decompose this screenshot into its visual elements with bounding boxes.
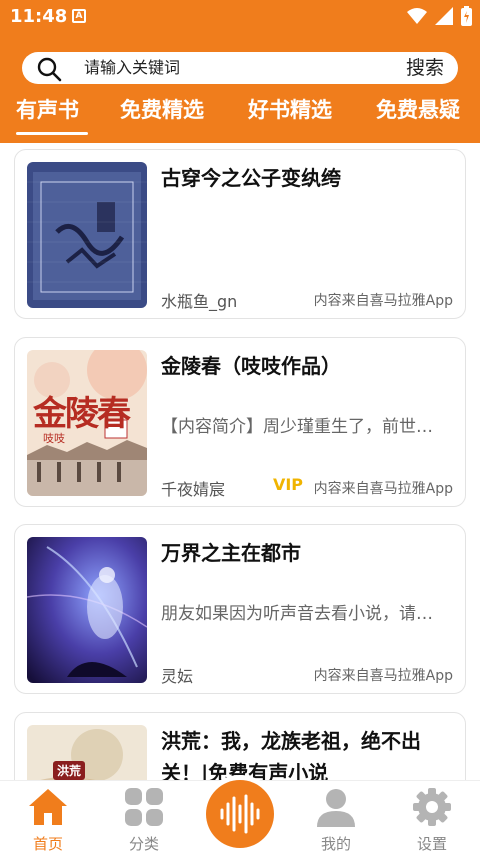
book-cover: 洪荒 <box>27 725 147 780</box>
category-icon <box>125 788 163 826</box>
tab-free-picks[interactable]: 免费精选 <box>120 92 204 132</box>
nav-mine[interactable]: 我的 <box>301 787 371 853</box>
notification-icon: A <box>72 9 86 23</box>
player-button-inner <box>206 780 274 848</box>
book-card[interactable]: 金陵春 吱吱 金陵春（吱吱作品） 【内容简介】周少瑾重生了，前世… 千夜婧宸 V… <box>14 337 466 507</box>
status-bar: 11:48 A <box>0 0 480 34</box>
nav-category[interactable]: 分类 <box>109 787 179 853</box>
nav-settings-label: 设置 <box>416 835 447 853</box>
book-title: 万界之主在都市 <box>161 541 301 565</box>
book-card[interactable]: 古穿今之公子变纨绔 水瓶鱼_gn 内容来自喜马拉雅App <box>14 149 466 319</box>
nav-settings[interactable]: 设置 <box>397 787 467 853</box>
app-header: 11:48 A 搜索 有声书 免费精选 好书精选 免费悬疑 <box>0 0 480 143</box>
book-title: 洪荒：我，龙族老祖，绝不出关！|免费有声小说 <box>161 729 421 780</box>
nav-category-label: 分类 <box>128 835 159 853</box>
sound-wave-icon <box>220 794 260 834</box>
book-cover <box>27 162 147 308</box>
status-icons <box>407 6 472 26</box>
category-tabs: 有声书 免费精选 好书精选 免费悬疑 <box>0 92 480 138</box>
tab-audiobook[interactable]: 有声书 <box>16 92 79 132</box>
search-icon <box>37 57 62 82</box>
cover-badge: 洪荒 <box>53 761 86 780</box>
nav-home[interactable]: 首页 <box>13 787 83 853</box>
battery-icon <box>461 6 472 26</box>
user-icon <box>317 789 355 827</box>
book-card[interactable]: 万界之主在都市 朋友如果因为听声音去看小说，请… 灵妘 内容来自喜马拉雅App <box>14 524 466 694</box>
search-bar[interactable]: 搜索 <box>22 52 458 84</box>
book-author: 水瓶鱼_gn <box>161 292 238 311</box>
book-source: 内容来自喜马拉雅App <box>313 293 453 309</box>
nav-mine-label: 我的 <box>320 835 351 853</box>
player-button[interactable] <box>201 775 279 853</box>
tab-free-suspense[interactable]: 免费悬疑 <box>376 92 460 132</box>
book-card[interactable]: 洪荒 洪荒：我，龙族老祖，绝不出关！|免费有声小说 <box>14 712 466 780</box>
book-list[interactable]: 古穿今之公子变纨绔 水瓶鱼_gn 内容来自喜马拉雅App 金陵春 吱吱 金陵春（… <box>0 143 480 780</box>
nav-home-label: 首页 <box>32 835 63 853</box>
book-author: 灵妘 <box>161 667 194 686</box>
cover-author: 吱吱 <box>43 432 65 445</box>
vip-badge: VIP <box>272 475 303 494</box>
signal-icon <box>435 7 453 25</box>
active-tab-indicator <box>16 132 88 135</box>
book-title: 古穿今之公子变纨绔 <box>161 166 341 190</box>
book-title: 金陵春（吱吱作品） <box>161 354 341 378</box>
book-description: 【内容简介】周少瑾重生了，前世… <box>161 417 433 437</box>
book-description: 朋友如果因为听声音去看小说，请… <box>161 604 433 624</box>
cover-title: 金陵春 <box>33 394 131 434</box>
tab-good-books[interactable]: 好书精选 <box>248 92 332 132</box>
search-button[interactable]: 搜索 <box>406 52 444 84</box>
search-input[interactable] <box>84 52 384 84</box>
home-icon <box>29 789 67 825</box>
status-time: 11:48 <box>10 6 68 27</box>
bottom-navigation: 首页 分类 我的 设置 <box>0 775 480 853</box>
book-author: 千夜婧宸 <box>161 480 226 499</box>
book-cover <box>27 537 147 683</box>
book-source: 内容来自喜马拉雅App <box>313 668 453 684</box>
book-source: 内容来自喜马拉雅App <box>313 481 453 497</box>
book-cover: 金陵春 吱吱 <box>27 350 147 496</box>
gear-icon <box>413 788 451 826</box>
wifi-icon <box>407 8 427 24</box>
